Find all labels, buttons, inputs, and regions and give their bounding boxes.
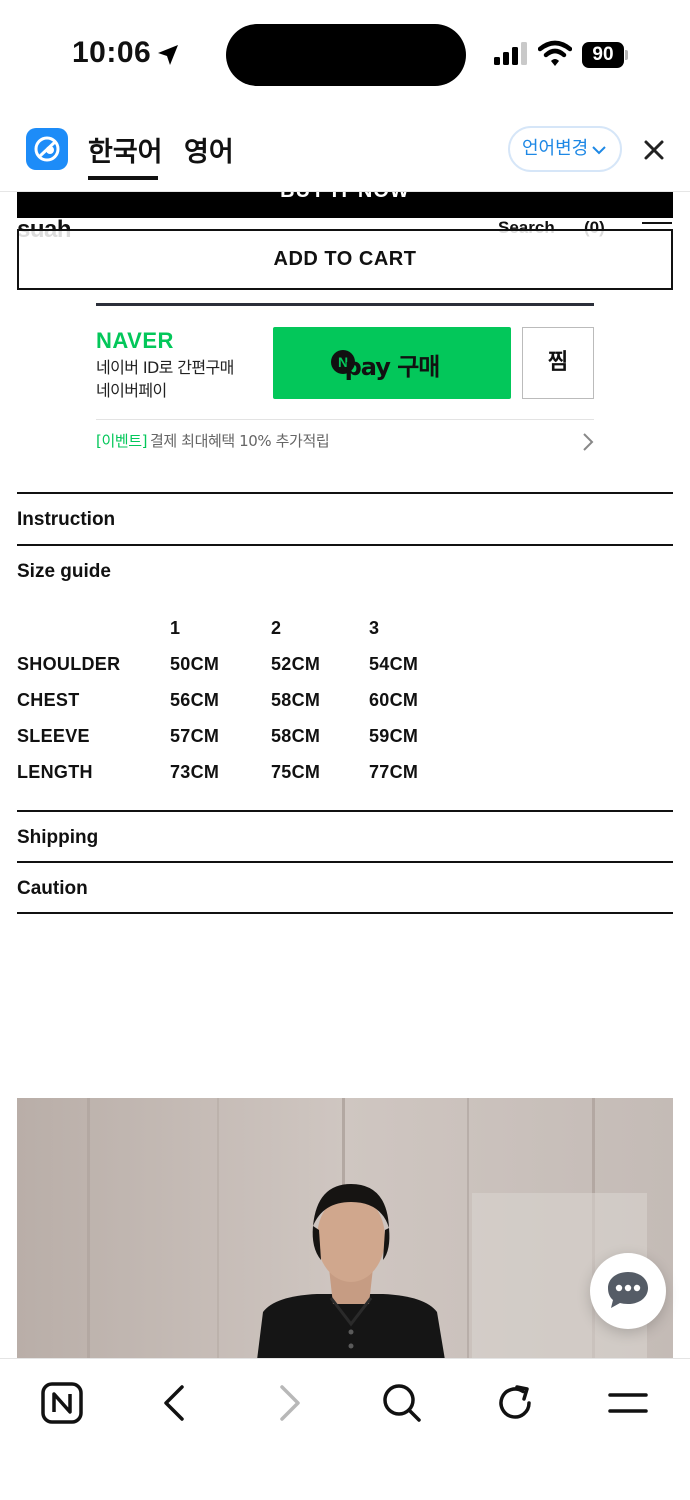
size-table-header: 1 2 3 [170, 618, 380, 638]
refresh-icon[interactable] [493, 1381, 537, 1425]
table-row: SHOULDER 50CM 52CM 54CM [17, 654, 419, 674]
instruction-toggle[interactable]: Instruction [17, 509, 115, 531]
size-table: 1 2 3 SHOULDER 50CM 52CM 54CM CHEST 56CM… [17, 612, 517, 792]
table-row: SLEEVE 57CM 58CM 59CM [17, 726, 419, 746]
cellular-signal-icon [494, 42, 527, 65]
event-text: 결제 최대혜택 10% 추가적립 [150, 432, 330, 450]
divider [17, 912, 673, 914]
battery-level: 90 [582, 42, 624, 68]
tab-english[interactable]: 영어 [184, 130, 234, 169]
menu-icon[interactable] [606, 1381, 650, 1425]
location-arrow-icon [158, 45, 178, 65]
shipping-toggle[interactable]: Shipping [17, 827, 98, 849]
naver-pay-button[interactable]: N pay 구매 [273, 327, 511, 399]
chevron-down-icon [592, 146, 606, 155]
battery-indicator: 90 [582, 42, 628, 68]
divider [17, 861, 673, 863]
browser-toolbar [0, 1358, 690, 1500]
divider [17, 810, 673, 812]
naver-event-link[interactable]: [이벤트] 결제 최대혜택 10% 추가적립 [96, 419, 594, 459]
naver-home-icon[interactable] [40, 1381, 84, 1425]
size-guide-toggle[interactable]: Size guide [17, 561, 111, 583]
wishlist-button[interactable]: 찜 [522, 327, 594, 399]
clock: 10:06 [72, 36, 152, 69]
event-tag: [이벤트] [96, 432, 148, 450]
caution-toggle[interactable]: Caution [17, 878, 88, 900]
close-icon[interactable] [640, 136, 668, 164]
buy-now-label: BUY IT NOW [17, 192, 673, 203]
table-row: LENGTH 73CM 75CM 77CM [17, 762, 419, 782]
status-bar: 10:06 90 [0, 0, 690, 110]
chevron-right-icon [583, 433, 594, 451]
forward-icon[interactable] [267, 1381, 311, 1425]
divider [17, 492, 673, 494]
product-photo [17, 1098, 673, 1360]
naver-description: 네이버 ID로 간편구매 네이버페이 [96, 358, 234, 400]
naver-brand-logo: NAVER [96, 328, 174, 353]
change-language-button[interactable]: 언어변경 [508, 126, 622, 172]
change-language-label: 언어변경 [522, 138, 589, 159]
tab-korean[interactable]: 한국어 [88, 130, 163, 169]
chat-bubble-icon [608, 1272, 648, 1308]
translate-bar: 한국어 영어 언어변경 [0, 110, 690, 192]
naver-pay-label: pay 구매 [344, 353, 441, 381]
naver-pay-widget: NAVER 네이버 ID로 간편구매 네이버페이 N pay 구매 찜 [이벤트… [96, 303, 594, 453]
active-tab-indicator [88, 176, 158, 180]
add-to-cart-button[interactable]: ADD TO CART [17, 229, 673, 290]
wifi-icon [538, 40, 572, 66]
buy-now-button[interactable]: BUY IT NOW [17, 192, 673, 218]
table-row: CHEST 56CM 58CM 60CM [17, 690, 419, 710]
dynamic-island [226, 24, 466, 86]
search-icon[interactable] [380, 1381, 424, 1425]
papago-logo-icon [26, 128, 68, 170]
divider [17, 544, 673, 546]
chat-button[interactable] [590, 1253, 666, 1329]
back-icon[interactable] [153, 1381, 197, 1425]
